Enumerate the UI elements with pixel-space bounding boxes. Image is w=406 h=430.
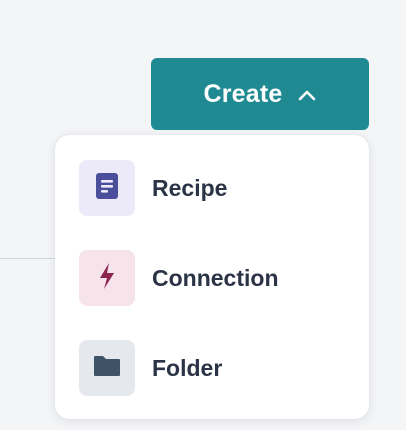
menu-item-label: Folder: [152, 354, 223, 381]
create-button[interactable]: Create: [151, 58, 369, 130]
menu-item-label: Recipe: [152, 174, 228, 201]
menu-item-folder[interactable]: Folder: [79, 339, 349, 397]
connection-icon-tile: [79, 250, 135, 306]
folder-icon: [93, 355, 121, 382]
chevron-up-icon: [297, 85, 317, 105]
recipe-icon: [96, 172, 118, 204]
menu-item-connection[interactable]: Connection: [79, 249, 349, 307]
folder-icon-tile: [79, 340, 135, 396]
create-button-label: Create: [203, 79, 283, 108]
lightning-icon: [98, 262, 116, 294]
menu-item-recipe[interactable]: Recipe: [79, 159, 349, 217]
background-divider: [0, 258, 60, 259]
menu-item-label: Connection: [152, 264, 279, 291]
create-dropdown-menu: Recipe Connection Folder: [55, 135, 369, 419]
recipe-icon-tile: [79, 160, 135, 216]
